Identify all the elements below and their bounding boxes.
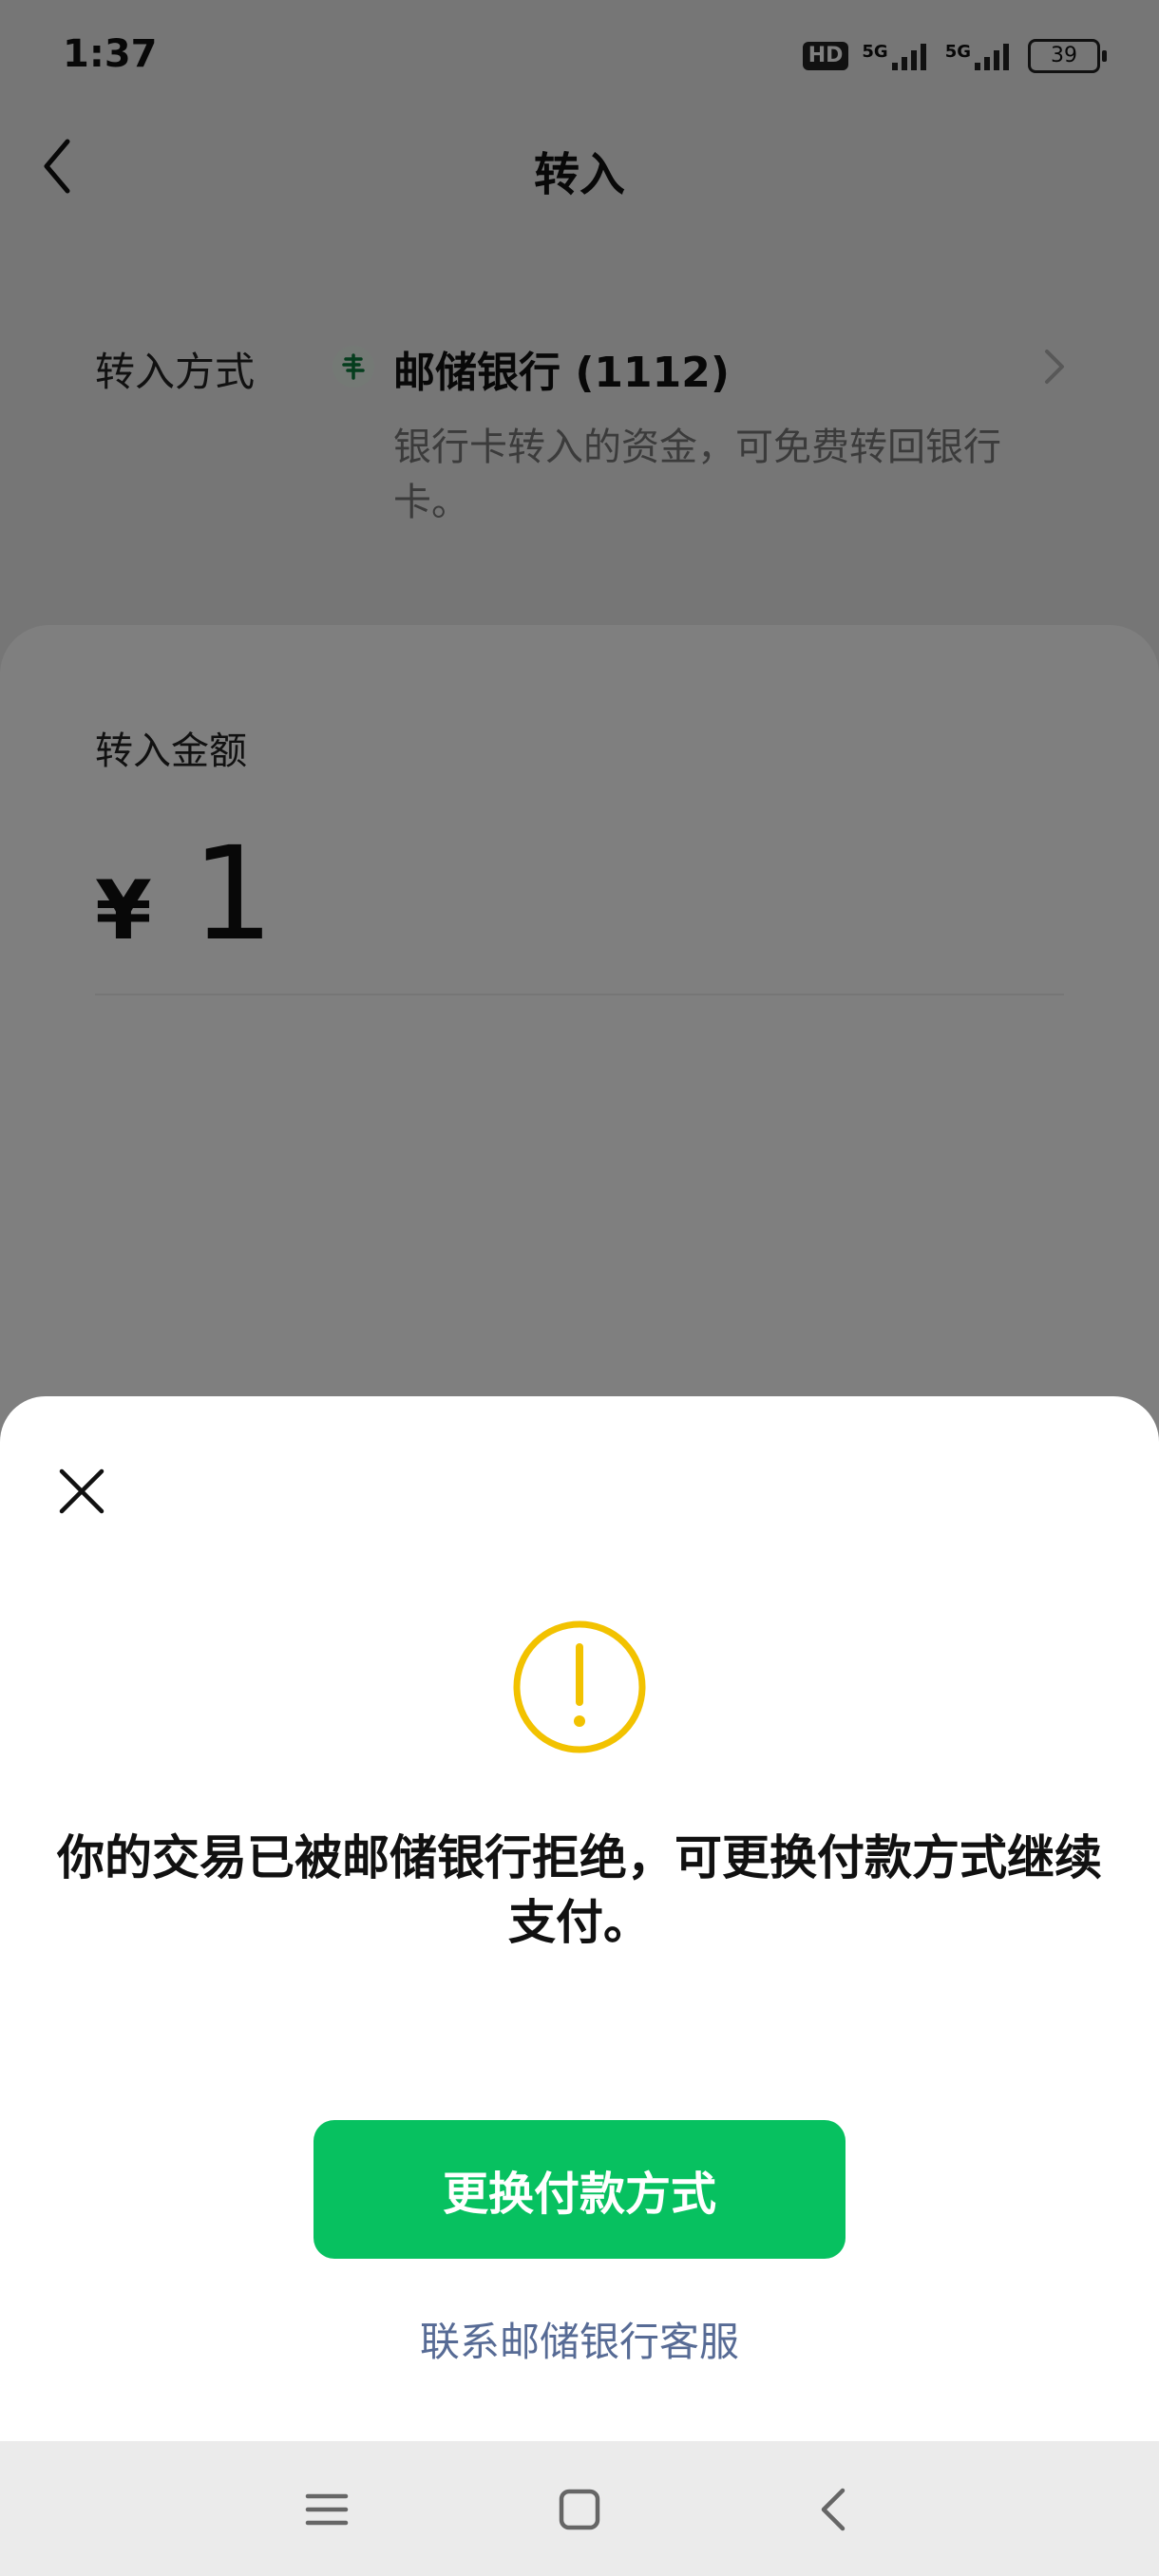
warning-circle-icon <box>513 1620 646 1753</box>
close-icon <box>59 1468 104 1514</box>
system-navigation-bar <box>0 2441 1159 2576</box>
home-square-icon <box>559 2489 600 2530</box>
error-message: 你的交易已被邮储银行拒绝，可更换付款方式继续支付。 <box>57 1830 1102 1950</box>
nav-home-button[interactable] <box>549 2479 610 2540</box>
change-payment-method-button[interactable]: 更换付款方式 <box>314 2120 846 2259</box>
contact-bank-service-link[interactable]: 联系邮储银行客服 <box>0 2310 1159 2368</box>
close-button[interactable] <box>53 1463 110 1520</box>
back-triangle-icon <box>821 2488 846 2531</box>
nav-back-button[interactable] <box>802 2479 863 2540</box>
error-bottom-sheet: 你的交易已被邮储银行拒绝，可更换付款方式继续支付。 更换付款方式 联系邮储银行客… <box>0 1396 1159 2441</box>
menu-icon <box>305 2493 349 2526</box>
transfer-in-page: 1:37 HD 5G 5G 3 <box>0 0 1159 2576</box>
nav-menu-button[interactable] <box>296 2479 357 2540</box>
